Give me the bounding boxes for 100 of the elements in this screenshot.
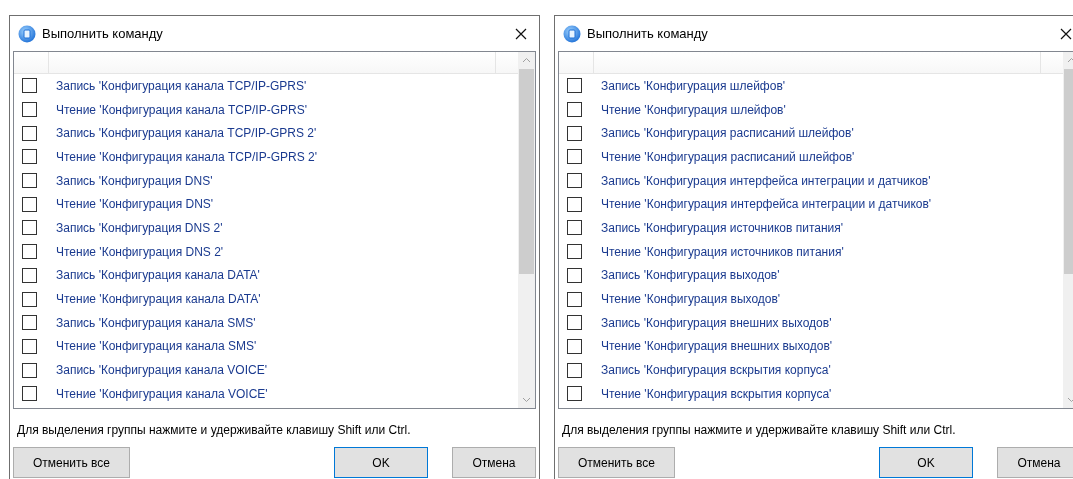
checkbox[interactable]: [567, 149, 582, 165]
command-row[interactable]: Запись 'Конфигурация канала VOICE': [14, 358, 518, 382]
checkbox[interactable]: [567, 338, 582, 354]
command-row[interactable]: Чтение 'Конфигурация вскрытия корпуса': [559, 381, 1063, 406]
command-label: Запись 'Конфигурация вскрытия корпуса': [601, 362, 831, 380]
command-label: Чтение 'Конфигурация источников питания': [601, 243, 844, 261]
command-row[interactable]: Запись 'Конфигурация вскрытия корпуса': [559, 358, 1063, 382]
command-label: Чтение 'Конфигурация канала TCP/IP-GPRS': [56, 101, 307, 119]
checkbox[interactable]: [22, 125, 37, 141]
checkbox[interactable]: [567, 102, 582, 118]
command-row[interactable]: Чтение 'Конфигурация расписаний шлейфов': [559, 145, 1063, 169]
command-row[interactable]: Запись 'Конфигурация расписаний шлейфов': [559, 121, 1063, 146]
checkbox[interactable]: [22, 196, 37, 212]
checkbox[interactable]: [22, 220, 37, 236]
command-row[interactable]: Запись 'Конфигурация внешних выходов': [559, 310, 1063, 335]
command-row[interactable]: Чтение 'Конфигурация канала DATA': [14, 287, 518, 311]
checkbox[interactable]: [22, 315, 37, 331]
command-row[interactable]: Чтение 'Конфигурация выходов': [559, 287, 1063, 311]
command-label: Чтение 'Конфигурация DNS 2': [56, 243, 224, 261]
window-title: Выполнить команду: [587, 24, 708, 43]
command-row[interactable]: Запись 'Конфигурация источников питания': [559, 216, 1063, 240]
command-row[interactable]: Чтение 'Конфигурация шлейфов': [559, 97, 1063, 122]
command-label: Запись 'Конфигурация внешних выходов': [601, 314, 832, 332]
dialog-button[interactable]: Отменить все: [558, 447, 675, 478]
command-row[interactable]: Чтение 'Конфигурация канала TCP/IP-GPRS 2': [14, 145, 518, 169]
command-label: Чтение 'Конфигурация канала SMS': [56, 338, 257, 356]
checkbox[interactable]: [567, 220, 582, 236]
scrollbar-thumb[interactable]: [519, 69, 534, 274]
checkbox[interactable]: [567, 78, 582, 94]
checkbox[interactable]: [567, 196, 582, 212]
command-row[interactable]: Запись 'Конфигурация канала SMS': [14, 310, 518, 335]
app-icon: [563, 24, 581, 43]
checkbox[interactable]: [22, 362, 37, 378]
command-row[interactable]: Чтение 'Конфигурация канала VOICE': [14, 381, 518, 406]
dialog-button[interactable]: OK: [879, 447, 973, 478]
command-row[interactable]: Чтение 'Конфигурация DNS': [14, 192, 518, 217]
command-label: Чтение 'Конфигурация шлейфов': [601, 101, 786, 119]
command-label: Запись 'Конфигурация выходов': [601, 267, 780, 285]
command-row[interactable]: Запись 'Конфигурация канала DATA': [14, 263, 518, 288]
command-label: Запись 'Конфигурация шлейфов': [601, 77, 786, 95]
scrollbar[interactable]: [518, 52, 535, 408]
command-label: Чтение 'Конфигурация канала TCP/IP-GPRS 2': [56, 148, 317, 166]
checkbox[interactable]: [567, 173, 582, 189]
command-row[interactable]: Чтение 'Конфигурация источников питания': [559, 239, 1063, 264]
dialog-button[interactable]: Отмена: [997, 447, 1073, 478]
command-row[interactable]: Запись 'Конфигурация канала TCP/IP-GPRS 2': [14, 121, 518, 146]
command-row[interactable]: Чтение 'Конфигурация канала SMS': [14, 334, 518, 359]
checkbox[interactable]: [567, 291, 582, 307]
command-row[interactable]: Запись 'Конфигурация выходов': [559, 263, 1063, 288]
checkbox[interactable]: [567, 315, 582, 331]
hint-text: Для выделения группы нажмите и удерживайте клавишу Shift или Ctrl.: [562, 422, 957, 439]
command-label: Запись 'Конфигурация расписаний шлейфов': [601, 125, 854, 143]
command-label: Чтение 'Конфигурация канала VOICE': [56, 385, 268, 403]
command-row[interactable]: Запись 'Конфигурация канала TCP/IP-GPRS': [14, 74, 518, 98]
command-label: Чтение 'Конфигурация интерфейса интеграции и датчиков': [601, 196, 932, 214]
command-label: Чтение 'Конфигурация расписаний шлейфов': [601, 148, 855, 166]
command-label: Запись 'Конфигурация интерфейса интеграции и датчиков': [601, 172, 931, 190]
command-label: Запись 'Конфигурация канала TCP/IP-GPRS 2': [56, 125, 317, 143]
checkbox[interactable]: [567, 362, 582, 378]
command-label: Запись 'Конфигурация DNS': [56, 172, 213, 190]
hint-text: Для выделения группы нажмите и удерживайте клавишу Shift или Ctrl.: [17, 422, 412, 439]
checkbox[interactable]: [22, 102, 37, 118]
checkbox[interactable]: [567, 386, 582, 402]
close-icon: [515, 27, 527, 40]
command-row[interactable]: Запись 'Конфигурация шлейфов': [559, 74, 1063, 98]
dialog-button[interactable]: OK: [334, 447, 428, 478]
command-row[interactable]: Запись 'Конфигурация интерфейса интеграции и датчиков': [559, 168, 1063, 193]
app-icon: [18, 24, 36, 43]
checkbox[interactable]: [22, 267, 37, 283]
command-row[interactable]: Чтение 'Конфигурация внешних выходов': [559, 334, 1063, 359]
command-label: Запись 'Конфигурация канала VOICE': [56, 362, 267, 380]
dialog-button[interactable]: Отменить все: [13, 447, 130, 478]
command-row[interactable]: Запись 'Конфигурация DNS 2': [14, 216, 518, 240]
checkbox[interactable]: [22, 173, 37, 189]
command-label: Запись 'Конфигурация канала TCP/IP-GPRS': [56, 77, 307, 95]
checkbox[interactable]: [567, 267, 582, 283]
command-label: Чтение 'Конфигурация DNS': [56, 196, 214, 214]
checkbox[interactable]: [567, 244, 582, 260]
command-label: Чтение 'Конфигурация выходов': [601, 291, 781, 309]
window-title: Выполнить команду: [42, 24, 163, 43]
command-row[interactable]: Чтение 'Конфигурация канала TCP/IP-GPRS': [14, 97, 518, 122]
checkbox[interactable]: [22, 291, 37, 307]
command-label: Запись 'Конфигурация источников питания': [601, 219, 844, 237]
checkbox[interactable]: [22, 78, 37, 94]
checkbox[interactable]: [22, 338, 37, 354]
command-row[interactable]: Запись 'Конфигурация DNS': [14, 168, 518, 193]
command-row[interactable]: Чтение 'Конфигурация интерфейса интеграции и датчиков': [559, 192, 1063, 217]
command-row[interactable]: Чтение 'Конфигурация DNS 2': [14, 239, 518, 264]
command-label: Чтение 'Конфигурация вскрытия корпуса': [601, 385, 832, 403]
checkbox[interactable]: [22, 244, 37, 260]
command-label: Запись 'Конфигурация DNS 2': [56, 219, 223, 237]
checkbox[interactable]: [22, 149, 37, 165]
command-label: Чтение 'Конфигурация внешних выходов': [601, 338, 833, 356]
checkbox[interactable]: [567, 125, 582, 141]
command-label: Запись 'Конфигурация канала SMS': [56, 314, 256, 332]
checkbox[interactable]: [22, 386, 37, 402]
close-icon: [1060, 27, 1072, 40]
command-label: Чтение 'Конфигурация канала DATA': [56, 291, 261, 309]
dialog-button[interactable]: Отмена: [452, 447, 536, 478]
command-label: Запись 'Конфигурация канала DATA': [56, 267, 260, 285]
